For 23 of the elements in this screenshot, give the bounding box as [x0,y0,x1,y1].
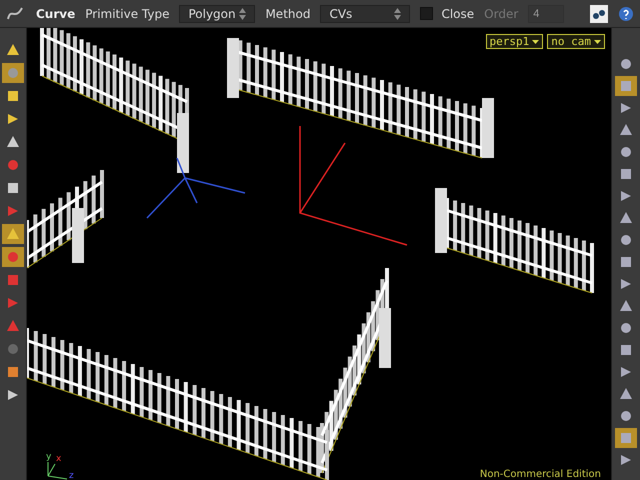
axis-label: y [46,452,52,462]
primitive-type-dropdown[interactable]: Polygon [179,4,256,22]
handle-icon[interactable] [590,4,608,22]
method-label: Method [265,6,310,20]
tool-title: Curve [36,6,76,20]
help-icon[interactable] [618,6,634,22]
primitive-type-label: Primitive Type [85,6,170,20]
order-label: Order [484,6,518,20]
caret-icon [594,40,601,44]
axis-label: z [69,471,74,480]
axis-gizmo-icon [48,462,68,480]
close-checkbox[interactable] [420,7,434,20]
spinner-arrows-icon [394,8,402,20]
axis-label: x [56,454,62,464]
method-dropdown[interactable]: CVs [320,4,410,22]
camera-menu[interactable]: no cam [547,34,605,49]
edition-label: Non-Commercial Edition [480,469,601,480]
caret-icon [532,40,540,44]
arrow-icon [6,204,20,218]
cone-icon [6,43,20,57]
close-label: Close [441,6,474,20]
spinner-arrows-icon [239,8,246,20]
camera-menu[interactable]: persp1 [486,34,544,49]
